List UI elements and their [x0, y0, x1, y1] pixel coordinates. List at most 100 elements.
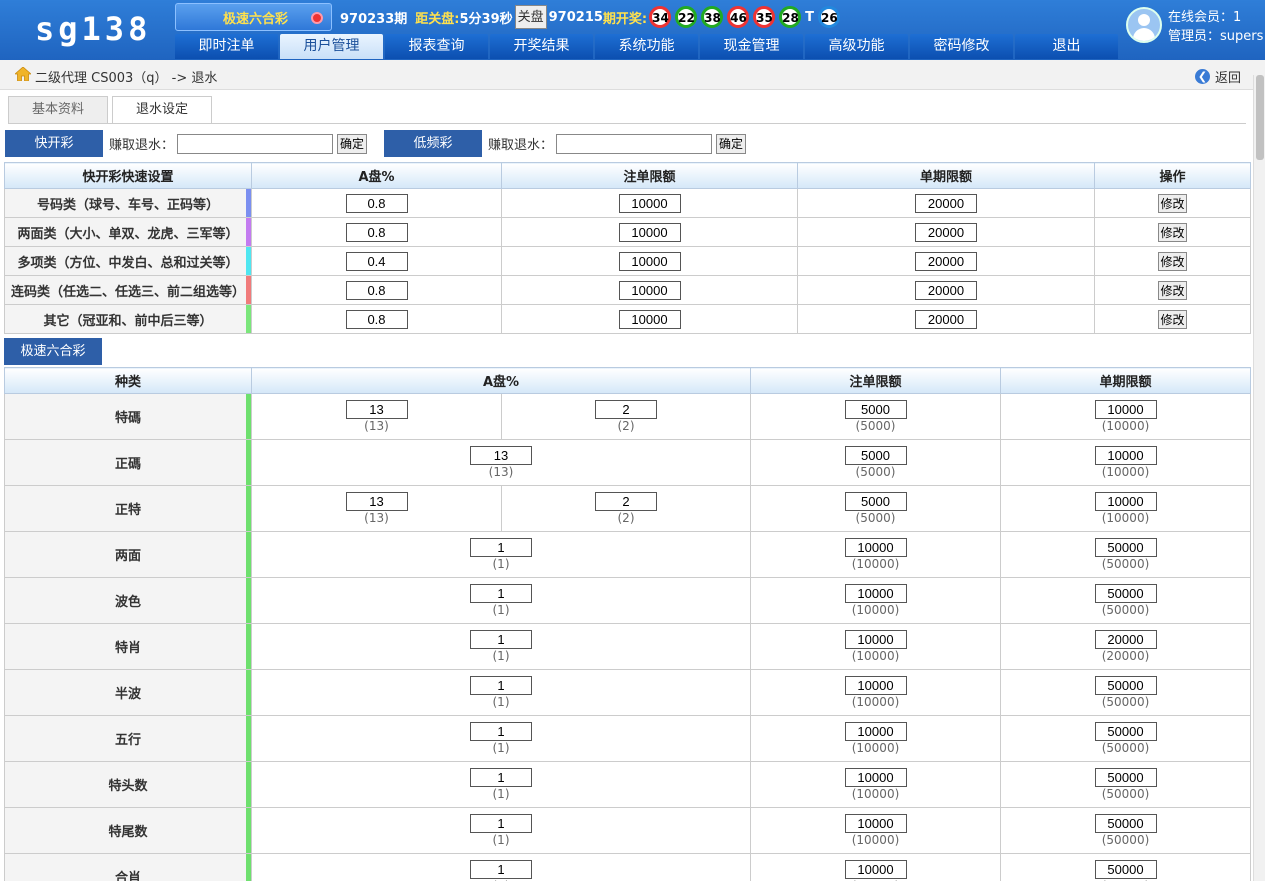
home-icon[interactable] — [15, 67, 31, 81]
nav-tab[interactable]: 退出 — [1015, 34, 1118, 59]
nav-tab[interactable]: 高级功能 — [805, 34, 908, 59]
category-name: 其它（冠亚和、前中后三等） — [43, 313, 213, 329]
tab-basic-info[interactable]: 基本资料 — [8, 96, 108, 124]
bet-limit-input[interactable] — [844, 814, 907, 833]
special-draw-ball: 26 — [818, 6, 840, 28]
a-input[interactable] — [345, 280, 408, 300]
a-rate-input[interactable] — [345, 492, 408, 511]
period-input[interactable] — [915, 251, 977, 271]
modify-button[interactable]: 修改 — [1158, 251, 1187, 271]
period-limit-input[interactable] — [1094, 538, 1157, 557]
tab-rebate-settings[interactable]: 退水设定 — [112, 96, 212, 124]
nav-tab[interactable]: 系统功能 — [595, 34, 698, 59]
bet-limit-input[interactable] — [844, 584, 907, 603]
a-rate-input[interactable] — [470, 584, 532, 603]
period-input[interactable] — [915, 193, 977, 213]
a-rate-input[interactable] — [345, 400, 408, 419]
modify-button[interactable]: 修改 — [1158, 222, 1187, 242]
bet-limit-input[interactable] — [844, 492, 907, 511]
value-cell — [797, 304, 1095, 334]
category-cell: 合肖 — [4, 853, 252, 881]
breadcrumb-path: 二级代理 CS003（q） -> 退水 — [35, 71, 218, 86]
nav-tab[interactable]: 报表查询 — [385, 34, 488, 59]
category-cell: 正碼 — [4, 439, 252, 486]
bet-limit-input[interactable] — [844, 722, 907, 741]
a-rate-input[interactable] — [595, 400, 657, 419]
back-link[interactable]: ❮ 返回 — [1194, 67, 1241, 86]
a-rate-input[interactable] — [470, 630, 532, 649]
a-rate-default: (13) — [364, 419, 389, 433]
bet-limit-input[interactable] — [844, 630, 907, 649]
close-market-button[interactable]: 关盘 — [514, 5, 547, 29]
period-limit-input[interactable] — [1094, 768, 1157, 787]
period-input[interactable] — [915, 309, 977, 329]
nav-tab[interactable]: 开奖结果 — [490, 34, 593, 59]
a-rate-cell: (1) — [251, 531, 751, 578]
a-rate-input[interactable] — [470, 722, 532, 741]
period-limit-input[interactable] — [1094, 676, 1157, 695]
a-rate-input[interactable] — [595, 492, 657, 511]
bet-limit-input[interactable] — [844, 676, 907, 695]
bet-limit-input[interactable] — [844, 860, 907, 879]
avatar-icon — [1126, 7, 1162, 43]
admin-label: 管理员： — [1168, 29, 1221, 44]
a-rate-cell: (1) — [251, 715, 751, 762]
bet-input[interactable] — [618, 222, 681, 242]
a-rate-input[interactable] — [470, 814, 532, 833]
category-color-bar — [246, 808, 251, 853]
fast-confirm-button[interactable]: 确定 — [337, 133, 368, 154]
period-limit-input[interactable] — [1094, 584, 1157, 603]
period-limit-input[interactable] — [1094, 400, 1157, 419]
category-color-bar — [246, 218, 251, 246]
bet-input[interactable] — [618, 280, 681, 300]
bet-input[interactable] — [618, 251, 681, 271]
period-input[interactable] — [915, 280, 977, 300]
a-rate-default: (2) — [617, 419, 635, 433]
category-cell: 特肖 — [4, 623, 252, 670]
period-limit-input[interactable] — [1094, 446, 1157, 465]
period-limit-input[interactable] — [1094, 492, 1157, 511]
category-color-bar — [246, 440, 251, 485]
a-rate-default: (1) — [492, 649, 510, 663]
period-limit-input[interactable] — [1094, 722, 1157, 741]
period-limit-input[interactable] — [1094, 814, 1157, 833]
a-rate-input[interactable] — [470, 446, 532, 465]
period-limit-default: (50000) — [1101, 787, 1150, 801]
bet-limit-input[interactable] — [844, 538, 907, 557]
low-earn-input[interactable] — [556, 133, 713, 154]
nav-tab[interactable]: 即时注单 — [175, 34, 278, 59]
period-limit-default: (10000) — [1101, 465, 1150, 479]
bet-limit-input[interactable] — [844, 768, 907, 787]
last-period: 970215 — [548, 9, 603, 25]
category-cell: 多项类（方位、中发白、总和过关等） — [4, 246, 252, 276]
scrollbar-thumb[interactable] — [1256, 75, 1264, 160]
a-rate-input[interactable] — [470, 860, 532, 879]
bet-input[interactable] — [618, 193, 681, 213]
game-selector[interactable]: 极速六合彩 — [175, 3, 332, 31]
category-color-bar — [246, 486, 251, 531]
nav-tab[interactable]: 现金管理 — [700, 34, 803, 59]
period-limit-input[interactable] — [1094, 630, 1157, 649]
modify-button[interactable]: 修改 — [1158, 280, 1187, 300]
category-name: 合肖 — [114, 871, 141, 881]
a-input[interactable] — [345, 193, 408, 213]
nav-tab[interactable]: 密码修改 — [910, 34, 1013, 59]
period-limit-input[interactable] — [1094, 860, 1157, 879]
bet-input[interactable] — [618, 309, 681, 329]
bet-limit-input[interactable] — [844, 446, 907, 465]
bet-limit-input[interactable] — [844, 400, 907, 419]
a-input[interactable] — [345, 222, 408, 242]
a-rate-input[interactable] — [470, 768, 532, 787]
scrollbar[interactable] — [1253, 75, 1265, 881]
a-input[interactable] — [345, 309, 408, 329]
nav-tab[interactable]: 用户管理 — [280, 34, 383, 59]
a-input[interactable] — [345, 251, 408, 271]
fast-earn-input[interactable] — [177, 133, 334, 154]
modify-button[interactable]: 修改 — [1158, 193, 1187, 213]
modify-button[interactable]: 修改 — [1158, 309, 1187, 329]
low-confirm-button[interactable]: 确定 — [716, 133, 747, 154]
period-input[interactable] — [915, 222, 977, 242]
a-rate-input[interactable] — [470, 538, 532, 557]
category-cell: 特尾数 — [4, 807, 252, 854]
a-rate-input[interactable] — [470, 676, 532, 695]
